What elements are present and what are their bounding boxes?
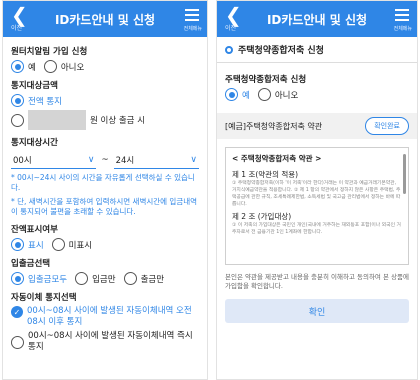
apply-yes-radio[interactable] xyxy=(225,88,238,101)
menu-label[interactable]: 전체메뉴 xyxy=(394,25,412,32)
chevron-down-icon: ∨ xyxy=(190,154,197,165)
balance-label: 잔액표시여부 xyxy=(11,225,58,235)
confirm-done-button[interactable]: 확인완료 xyxy=(365,117,409,135)
article-1-body: ① 주택청약종합저축(이하 '이 저축'이라 한다)거래는 이 약관과 예금거래… xyxy=(232,181,401,207)
time-end-select[interactable]: 24시 ∨ xyxy=(113,151,199,169)
article-1-title: 제 1 조(약관의 적용) xyxy=(232,170,299,179)
auto-opt1-check-icon[interactable]: ✓ xyxy=(11,306,23,318)
auto-label: 자동이체 통지선택 xyxy=(11,293,77,303)
apply-label: 주택청약종합저축 신청 xyxy=(225,75,307,85)
article-2-title: 제 2 조 (가입대상) xyxy=(232,212,292,221)
time-separator: ~ xyxy=(101,155,109,165)
menu-icon[interactable] xyxy=(185,9,199,24)
menu-icon[interactable] xyxy=(395,9,409,24)
right-screen: ❮ 이전 ID카드안내 및 신청 전체메뉴 주택청약종합저축 신청 주택청약종합… xyxy=(216,0,418,380)
time-start-value: 00시 xyxy=(13,155,32,166)
amount-input[interactable] xyxy=(28,110,86,130)
signup-yes-radio[interactable] xyxy=(11,60,24,73)
amount-all-label: 전액 통지 xyxy=(28,96,62,107)
page-title: ID카드안내 및 신청 xyxy=(266,13,368,27)
amount-custom-radio[interactable] xyxy=(11,113,24,127)
terms-box[interactable]: < 주택청약종합저축 약관 > 제 1 조(약관의 적용) ① 주택청약종합저축… xyxy=(225,147,409,265)
apply-section: 주택청약종합저축 신청 예 아니오 xyxy=(217,63,417,105)
left-screen: ❮ 이전 ID카드안내 및 신청 전체메뉴 원터치알림 가입 신청 예 아니오 … xyxy=(2,0,208,380)
footer-note: 본인은 약관을 제공받고 내용을 충분히 이해하고 동의하여 본 상품에 가입함… xyxy=(225,273,409,290)
header: ❮ 이전 ID카드안내 및 신청 전체메뉴 xyxy=(3,1,207,37)
auto-opt2-label: 00시~08시 사이에 발생된 자동이체내역 즉시 통지 xyxy=(28,331,193,352)
apply-yes-label: 예 xyxy=(242,90,250,101)
bullet-icon xyxy=(225,45,233,54)
chevron-down-icon: ∨ xyxy=(87,154,95,165)
signup-no-radio[interactable] xyxy=(43,60,57,73)
page-title: ID카드안내 및 신청 xyxy=(54,13,156,27)
apply-no-label: 아니오 xyxy=(274,90,299,101)
confirm-button[interactable]: 확인 xyxy=(225,299,409,323)
inout-in-label: 입금만 xyxy=(92,274,116,285)
article-2-body: ① 이 저축의 가입대상은 국민인 개인(국내에 거주하는 재외동포 포함)이나… xyxy=(232,223,401,235)
scrollbar[interactable] xyxy=(403,154,406,194)
inout-both-radio[interactable] xyxy=(11,272,24,285)
time-end-value: 24시 xyxy=(115,155,135,166)
section-title-text: 주택청약종합저축 신청 xyxy=(238,46,324,56)
auto-opt1-label: 00시~08시 사이에 발생된 자동이체내역 오전08시 이후 통지 xyxy=(27,306,192,327)
balance-show-label: 표시 xyxy=(28,240,44,251)
section-title: 주택청약종합저축 신청 xyxy=(217,37,417,63)
terms-bar: [예금]주택청약종합저축 약관 확인완료 xyxy=(217,113,417,139)
balance-hide-label: 미표시 xyxy=(68,240,93,251)
signup-no-label: 아니오 xyxy=(60,62,85,73)
inout-label: 입출금선택 xyxy=(11,259,51,269)
time-note-1: * 00시~24시 사이의 시간을 자유롭게 선택하실 수 있습니다. xyxy=(11,173,195,192)
auto-opt2-radio[interactable] xyxy=(11,335,24,349)
time-note-2: * 단, 새벽시간을 포함하여 입력하시면 새벽시간에 입금내역이 통지되어 불… xyxy=(11,197,198,216)
signup-label: 원터치알림 가입 신청 xyxy=(11,47,88,57)
time-label: 통지대상시간 xyxy=(11,138,58,148)
inout-both-label: 입출금모두 xyxy=(28,274,68,285)
header: ❮ 이전 ID카드안내 및 신청 전체메뉴 xyxy=(217,1,417,37)
menu-label[interactable]: 전체메뉴 xyxy=(184,25,202,32)
inout-out-label: 출금만 xyxy=(140,274,165,285)
apply-no-radio[interactable] xyxy=(257,88,271,101)
inout-in-radio[interactable] xyxy=(75,272,89,285)
terms-heading: < 주택청약종합저축 약관 > xyxy=(232,154,322,163)
inout-out-radio[interactable] xyxy=(123,272,137,285)
amount-all-radio[interactable] xyxy=(11,94,24,107)
balance-show-radio[interactable] xyxy=(11,238,24,251)
form-content: 원터치알림 가입 신청 예 아니오 통지대상금액 전액 통지 원 이상 출금 시… xyxy=(3,37,207,357)
time-start-select[interactable]: 00시 ∨ xyxy=(11,151,97,169)
signup-yes-label: 예 xyxy=(28,62,36,73)
amount-suffix: 원 이상 출금 시 xyxy=(90,116,146,126)
terms-name: [예금]주택청약종합저축 약관 xyxy=(225,121,323,131)
amount-label: 통지대상금액 xyxy=(11,81,58,91)
balance-hide-radio[interactable] xyxy=(51,238,65,251)
